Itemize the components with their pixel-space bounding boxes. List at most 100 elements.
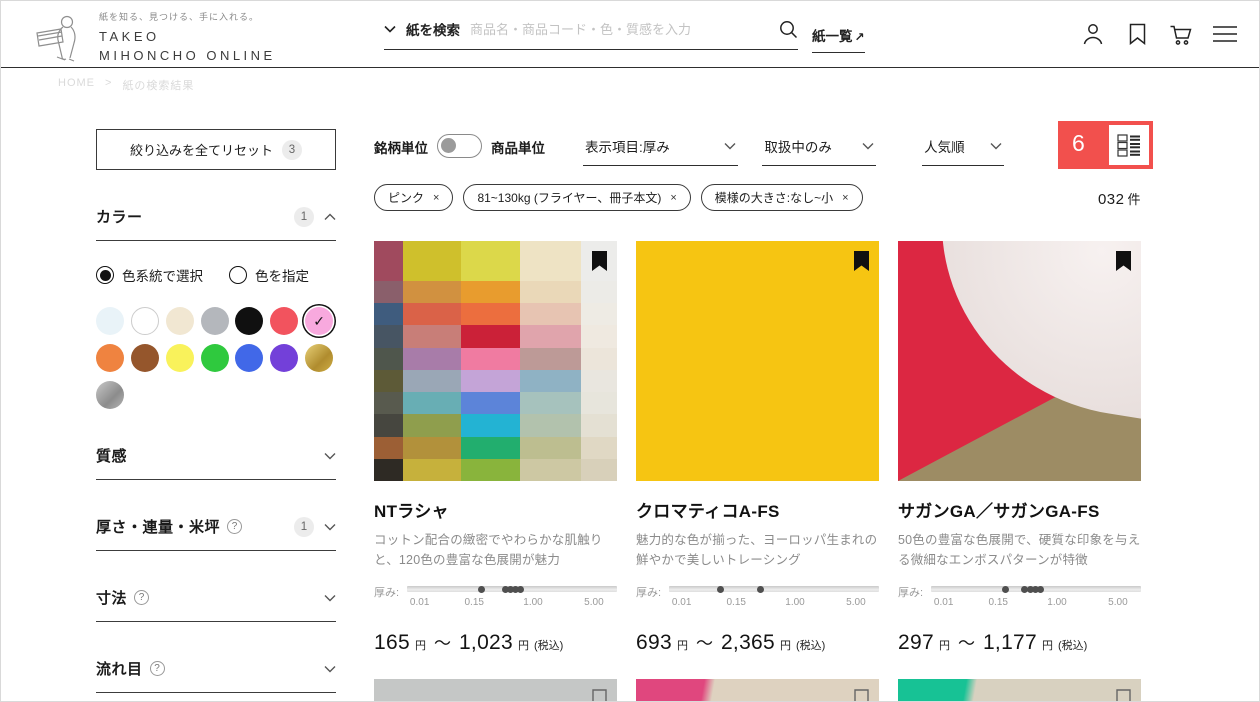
- brand-name-line1: TAKEO: [99, 29, 160, 44]
- dropdown-display-item[interactable]: 表示項目:厚み: [583, 134, 739, 166]
- thickness-indicator: 厚み: 0.01 0.15 1.00 5.00: [636, 583, 879, 613]
- color-swatch-red[interactable]: [270, 307, 299, 335]
- product-image[interactable]: [636, 241, 879, 481]
- search-bar[interactable]: 紙を検索: [384, 19, 798, 50]
- price-range: 693 円 〜 2,365 円 (税込): [636, 631, 826, 654]
- thickness-indicator: 厚み: 0.01 0.15 1.00 5.00: [898, 583, 1141, 613]
- logo-illustration: [36, 15, 76, 62]
- active-filter-tags: ピンク × 81~130kg (フライヤー、冊子本文) × 模様の大きさ:なし~小 ×: [374, 184, 863, 211]
- color-swatch-purple[interactable]: [270, 344, 299, 372]
- account-button[interactable]: [1081, 21, 1105, 47]
- bookmark-outline-icon[interactable]: [1116, 689, 1131, 702]
- remove-tag-icon[interactable]: ×: [433, 192, 439, 204]
- breadcrumb: HOME > 紙の検索結果: [58, 77, 194, 93]
- color-swatch-white[interactable]: [130, 307, 159, 335]
- product-card-sagan: サガンGA／サガンGA-FS 50色の豊富な色展開で、硬質な印象を与える微細なエ…: [898, 241, 1141, 655]
- unit-toggle[interactable]: [437, 134, 482, 158]
- breadcrumb-home[interactable]: HOME: [58, 77, 95, 93]
- color-swatch-yellow[interactable]: [165, 344, 194, 372]
- filter-section-color[interactable]: カラー 1: [96, 206, 336, 241]
- filter-sidebar: 絞り込みを全てリセット 3 カラー 1 色系統で選択 色を指定 ✓ 質感厚さ・連…: [96, 129, 336, 693]
- filter-tag-pink[interactable]: ピンク ×: [374, 184, 454, 211]
- bookmarks-button[interactable]: [1125, 21, 1149, 47]
- filter-section-0[interactable]: 質感: [96, 445, 336, 480]
- radio-selected-icon: [96, 266, 114, 284]
- bookmark-filled-icon[interactable]: [592, 251, 607, 271]
- product-description: 50色の豊富な色展開で、硬質な印象を与える微細なエンボスパターンが特徴: [898, 533, 1141, 567]
- unit-label-brand[interactable]: 銘柄単位: [374, 137, 428, 157]
- partial-product-card-3[interactable]: [898, 679, 1141, 702]
- color-swatch-gray[interactable]: [200, 307, 229, 335]
- product-image[interactable]: [898, 679, 1141, 702]
- color-swatch-green[interactable]: [200, 344, 229, 372]
- filter-tag-weight[interactable]: 81~130kg (フライヤー、冊子本文) ×: [463, 184, 691, 211]
- toolbar: 銘柄単位 商品単位 表示項目:厚み 取扱中のみ 人気順: [374, 134, 1004, 166]
- chevron-up-icon: [324, 213, 336, 220]
- remove-tag-icon[interactable]: ×: [842, 192, 848, 204]
- thickness-scale: 0.01 0.15 1.00 5.00: [409, 597, 604, 608]
- color-swatch-black[interactable]: [235, 307, 264, 335]
- unit-label-product[interactable]: 商品単位: [491, 137, 545, 157]
- dropdown-in-stock[interactable]: 取扱中のみ: [762, 134, 877, 166]
- radio-color-specify[interactable]: 色を指定: [229, 265, 309, 285]
- menu-button[interactable]: [1213, 21, 1237, 47]
- color-swatch-orange[interactable]: [96, 344, 124, 372]
- product-name[interactable]: クロマティコA-FS: [636, 497, 879, 522]
- product-image[interactable]: [636, 679, 879, 702]
- help-icon[interactable]: ?: [134, 590, 150, 605]
- search-icon[interactable]: [779, 20, 798, 39]
- color-swatch-pale-blue[interactable]: [96, 307, 124, 335]
- product-row-1: NTラシャ コットン配合の緻密でやわらかな肌触りと、120色の豊富な色展開が魅力…: [374, 241, 1141, 655]
- cart-button[interactable]: [1169, 21, 1193, 47]
- chevron-down-icon: [324, 594, 336, 601]
- thickness-dots: [407, 583, 617, 595]
- filter-sections: 質感厚さ・連量・米坪? 1 寸法? 流れ目?: [96, 445, 336, 693]
- partial-product-card-1[interactable]: [374, 679, 617, 702]
- bookmark-outline-icon[interactable]: [854, 689, 869, 702]
- product-description: コットン配合の緻密でやわらかな肌触りと、120色の豊富な色展開が魅力: [374, 533, 603, 567]
- filter-section-2[interactable]: 寸法?: [96, 587, 336, 622]
- chevron-down-icon: [324, 523, 336, 530]
- list-view-toggle-button[interactable]: [1109, 125, 1149, 165]
- reset-filters-button[interactable]: 絞り込みを全てリセット 3: [96, 129, 336, 170]
- search-category-label[interactable]: 紙を検索: [406, 19, 460, 39]
- color-swatch-cream[interactable]: [165, 307, 194, 335]
- hamburger-icon: [1213, 26, 1237, 42]
- chevron-down-icon: [724, 143, 736, 150]
- thickness-indicator: 厚み: 0.01 0.15 1.00 5.00: [374, 583, 617, 613]
- bookmark-outline-icon[interactable]: [592, 689, 607, 702]
- search-input[interactable]: [470, 21, 769, 37]
- thickness-scale: 0.01 0.15 1.00 5.00: [671, 597, 866, 608]
- color-swatch-silver[interactable]: [96, 381, 124, 409]
- remove-tag-icon[interactable]: ×: [670, 192, 676, 204]
- filter-tag-pattern[interactable]: 模様の大きさ:なし~小 ×: [700, 184, 863, 211]
- user-icon: [1083, 24, 1103, 45]
- color-swatch-brown[interactable]: [130, 344, 159, 372]
- help-icon[interactable]: ?: [149, 661, 165, 676]
- chevron-down-icon[interactable]: [384, 25, 396, 33]
- filter-section-3[interactable]: 流れ目?: [96, 658, 336, 693]
- cart-icon: [1170, 25, 1192, 45]
- product-image[interactable]: [898, 241, 1141, 481]
- chevron-down-icon: [990, 143, 1002, 150]
- filter-section-1[interactable]: 厚さ・連量・米坪? 1: [96, 516, 336, 551]
- color-swatch-blue[interactable]: [235, 344, 264, 372]
- radio-color-family[interactable]: 色系統で選択: [96, 265, 203, 285]
- color-swatch-gold[interactable]: [305, 344, 334, 372]
- product-image[interactable]: [374, 241, 617, 481]
- color-swatch-pink[interactable]: ✓: [305, 307, 334, 335]
- breadcrumb-current: 紙の検索結果: [122, 80, 195, 92]
- product-card-nt-rasha: NTラシャ コットン配合の緻密でやわらかな肌触りと、120色の豊富な色展開が魅力…: [374, 241, 617, 655]
- paper-list-link[interactable]: 紙一覧 ↗: [812, 25, 865, 53]
- bookmark-filled-icon[interactable]: [854, 251, 869, 271]
- partial-product-card-2[interactable]: [636, 679, 879, 702]
- help-icon[interactable]: ?: [227, 519, 243, 534]
- product-name[interactable]: サガンGA／サガンGA-FS: [898, 497, 1141, 522]
- dropdown-sort[interactable]: 人気順: [922, 134, 1004, 166]
- result-count: 032 件: [1097, 191, 1141, 208]
- color-swatches: ✓: [96, 307, 334, 409]
- bookmark-filled-icon[interactable]: [1116, 251, 1131, 271]
- product-image[interactable]: [374, 679, 617, 702]
- product-name[interactable]: NTラシャ: [374, 497, 617, 522]
- logo[interactable]: 紙を知る、見つける、手に入れる。 TAKEO MIHONCHO ONLINE: [29, 10, 276, 66]
